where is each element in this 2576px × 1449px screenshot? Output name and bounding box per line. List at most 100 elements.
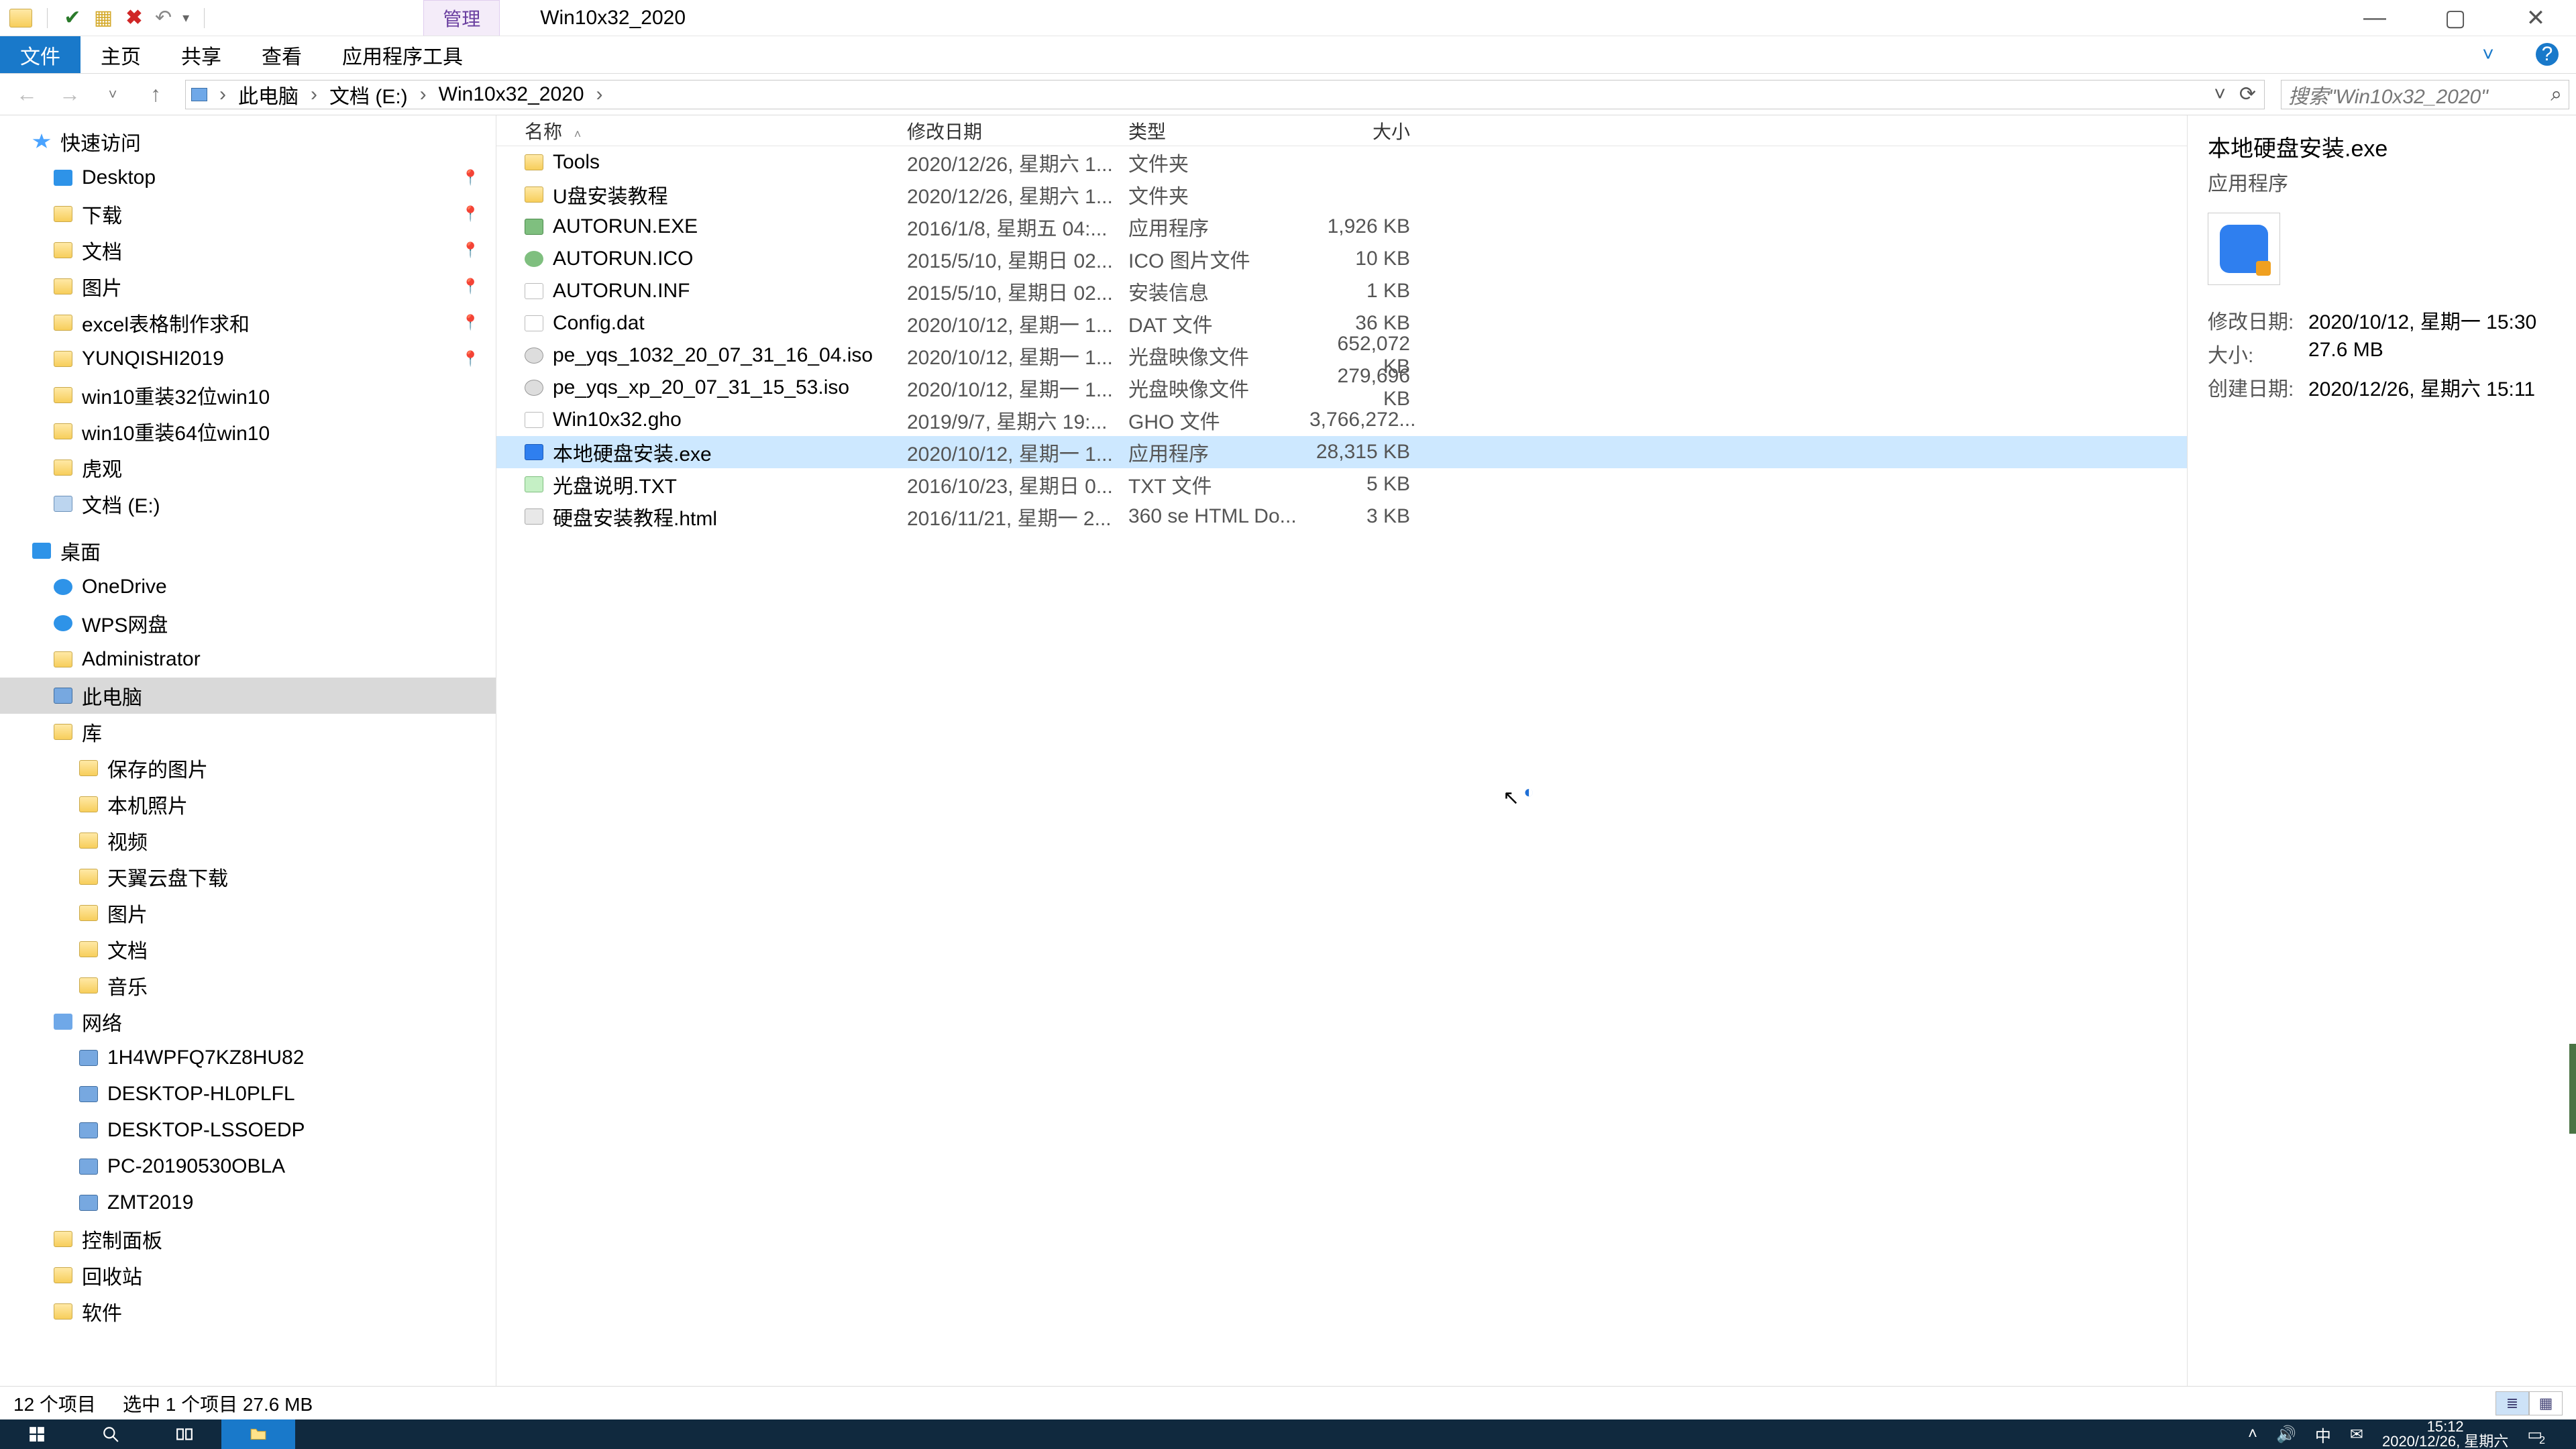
tree-item[interactable]: 文档📍 <box>0 232 496 268</box>
ribbon-tab-share[interactable]: 共享 <box>161 36 241 73</box>
taskbar-search-button[interactable] <box>74 1419 148 1449</box>
tree-item[interactable]: 桌面 <box>0 533 496 569</box>
file-list-pane: 名称 ˄ 修改日期 类型 大小 Tools2020/12/26, 星期六 1..… <box>496 115 2187 1386</box>
qat-dropdown-icon[interactable]: ▾ <box>182 9 189 26</box>
breadcrumb-seg-drive[interactable]: 文档 (E:) <box>327 80 411 109</box>
ribbon-tab-home[interactable]: 主页 <box>80 36 161 73</box>
file-row[interactable]: pe_yqs_xp_20_07_31_15_53.iso2020/10/12, … <box>496 372 2187 404</box>
ribbon-tab-file[interactable]: 文件 <box>0 36 80 73</box>
breadcrumb-chevron-icon[interactable]: › <box>214 83 231 106</box>
tree-item[interactable]: Administrator <box>0 641 496 678</box>
tree-item[interactable]: 此电脑 <box>0 678 496 714</box>
address-bar[interactable]: › 此电脑 › 文档 (E:) › Win10x32_2020 › ˅ ⟳ <box>185 80 2265 109</box>
tray-app-icon[interactable]: ✉ <box>2350 1425 2363 1444</box>
tree-item[interactable]: OneDrive <box>0 569 496 605</box>
taskbar-explorer-button[interactable] <box>221 1419 295 1449</box>
search-icon[interactable]: ⌕ <box>2551 83 2562 106</box>
tree-item[interactable]: 下载📍 <box>0 196 496 232</box>
file-row[interactable]: U盘安装教程2020/12/26, 星期六 1...文件夹 <box>496 178 2187 211</box>
breadcrumb-chevron-icon[interactable]: › <box>591 83 608 106</box>
action-center-button[interactable]: ▭2 <box>2527 1425 2542 1444</box>
tree-item[interactable]: 控制面板 <box>0 1221 496 1257</box>
tree-item[interactable]: DESKTOP-HL0PLFL <box>0 1076 496 1112</box>
tree-item[interactable]: ZMT2019 <box>0 1185 496 1221</box>
ribbon-contextual-tab-manage[interactable]: 管理 <box>423 0 500 36</box>
tree-item[interactable]: 音乐 <box>0 967 496 1004</box>
tree-item[interactable]: Desktop📍 <box>0 160 496 196</box>
file-row[interactable]: AUTORUN.ICO2015/5/10, 星期日 02...ICO 图片文件1… <box>496 243 2187 275</box>
maximize-button[interactable]: ▢ <box>2415 0 2496 36</box>
ribbon-tab-apptools[interactable]: 应用程序工具 <box>322 36 483 73</box>
column-headers[interactable]: 名称 ˄ 修改日期 类型 大小 <box>496 115 2187 146</box>
tree-item[interactable]: 库 <box>0 714 496 750</box>
tree-item[interactable]: 保存的图片 <box>0 750 496 786</box>
address-dropdown-icon[interactable]: ˅ <box>2214 83 2226 106</box>
tree-item[interactable]: 虎观 <box>0 449 496 486</box>
ribbon-tab-view[interactable]: 查看 <box>241 36 322 73</box>
screen-edge-handle[interactable] <box>2569 1044 2576 1134</box>
nav-up-button[interactable]: ↑ <box>142 82 169 107</box>
tree-item[interactable]: 文档 (E:) <box>0 486 496 522</box>
ribbon-expand-icon[interactable]: ˅ <box>2458 36 2518 73</box>
file-row[interactable]: AUTORUN.EXE2016/1/8, 星期五 04:...应用程序1,926… <box>496 211 2187 243</box>
navigation-tree[interactable]: 快速访问Desktop📍下载📍文档📍图片📍excel表格制作求和📍YUNQISH… <box>0 115 496 1386</box>
tray-overflow-icon[interactable]: ˄ <box>2248 1425 2257 1444</box>
col-name[interactable]: 名称 ˄ <box>525 117 907 144</box>
taskbar-clock[interactable]: 15:12 2020/12/26, 星期六 <box>2382 1419 2508 1449</box>
file-row[interactable]: Win10x32.gho2019/9/7, 星期六 19:...GHO 文件3,… <box>496 404 2187 436</box>
tree-item[interactable]: 图片 <box>0 895 496 931</box>
tree-item[interactable]: 1H4WPFQ7KZ8HU82 <box>0 1040 496 1076</box>
tree-item[interactable]: YUNQISHI2019📍 <box>0 341 496 377</box>
tree-item[interactable]: PC-20190530OBLA <box>0 1148 496 1185</box>
qat-undo-icon[interactable]: ↶ <box>155 6 172 30</box>
file-row[interactable]: Tools2020/12/26, 星期六 1...文件夹 <box>496 146 2187 178</box>
nav-recent-dropdown[interactable]: ˅ <box>99 86 126 103</box>
tree-item[interactable]: WPS网盘 <box>0 605 496 641</box>
breadcrumb-seg-folder[interactable]: Win10x32_2020 <box>436 83 587 106</box>
system-tray[interactable]: ˄ 🔊 中 ✉ 15:12 2020/12/26, 星期六 ▭2 <box>2248 1419 2576 1449</box>
tree-item[interactable]: win10重装32位win10 <box>0 377 496 413</box>
qat-properties-icon[interactable]: ✔ <box>62 8 83 28</box>
task-view-button[interactable] <box>148 1419 221 1449</box>
tree-item-label: 网络 <box>82 1007 122 1036</box>
tree-item[interactable]: win10重装64位win10 <box>0 413 496 449</box>
view-details-button[interactable]: ≣ <box>2496 1391 2529 1415</box>
close-button[interactable]: ✕ <box>2496 0 2576 36</box>
tree-item[interactable]: 天翼云盘下载 <box>0 859 496 895</box>
qat-newfolder-icon[interactable]: ▦ <box>93 8 113 28</box>
file-row[interactable]: 硬盘安装教程.html2016/11/21, 星期一 2...360 se HT… <box>496 500 2187 533</box>
breadcrumb-chevron-icon[interactable]: › <box>415 83 432 106</box>
tray-ime-indicator[interactable]: 中 <box>2315 1423 2331 1446</box>
tree-item[interactable]: 视频 <box>0 822 496 859</box>
qat-delete-icon[interactable]: ✖ <box>124 8 144 28</box>
col-type[interactable]: 类型 <box>1128 117 1309 144</box>
nav-forward-button[interactable]: → <box>56 82 83 107</box>
nav-back-button[interactable]: ← <box>13 82 40 107</box>
file-name: U盘安装教程 <box>553 180 668 209</box>
col-date[interactable]: 修改日期 <box>907 117 1128 144</box>
file-row[interactable]: AUTORUN.INF2015/5/10, 星期日 02...安装信息1 KB <box>496 275 2187 307</box>
start-button[interactable] <box>0 1419 74 1449</box>
tree-item[interactable]: 软件 <box>0 1293 496 1330</box>
taskbar[interactable]: ˄ 🔊 中 ✉ 15:12 2020/12/26, 星期六 ▭2 <box>0 1419 2576 1449</box>
col-size[interactable]: 大小 <box>1309 117 1424 144</box>
ribbon-help-icon[interactable]: ? <box>2536 43 2559 66</box>
search-box[interactable]: 搜索"Win10x32_2020" ⌕ <box>2281 80 2569 109</box>
tray-volume-icon[interactable]: 🔊 <box>2276 1425 2296 1444</box>
view-large-icons-button[interactable]: ▦ <box>2529 1391 2563 1415</box>
tree-item[interactable]: 网络 <box>0 1004 496 1040</box>
tree-item[interactable]: excel表格制作求和📍 <box>0 305 496 341</box>
tree-item[interactable]: 文档 <box>0 931 496 967</box>
tree-item[interactable]: DESKTOP-LSSOEDP <box>0 1112 496 1148</box>
tree-item-label: 本机照片 <box>107 790 188 819</box>
minimize-button[interactable]: — <box>2334 0 2415 36</box>
tree-item[interactable]: 快速访问 <box>0 123 496 160</box>
tree-item[interactable]: 图片📍 <box>0 268 496 305</box>
breadcrumb-seg-pc[interactable]: 此电脑 <box>235 80 301 109</box>
breadcrumb-chevron-icon[interactable]: › <box>305 83 323 106</box>
file-row[interactable]: 本地硬盘安装.exe2020/10/12, 星期一 1...应用程序28,315… <box>496 436 2187 468</box>
file-row[interactable]: 光盘说明.TXT2016/10/23, 星期日 0...TXT 文件5 KB <box>496 468 2187 500</box>
tree-item[interactable]: 回收站 <box>0 1257 496 1293</box>
address-refresh-icon[interactable]: ⟳ <box>2239 83 2256 106</box>
tree-item[interactable]: 本机照片 <box>0 786 496 822</box>
